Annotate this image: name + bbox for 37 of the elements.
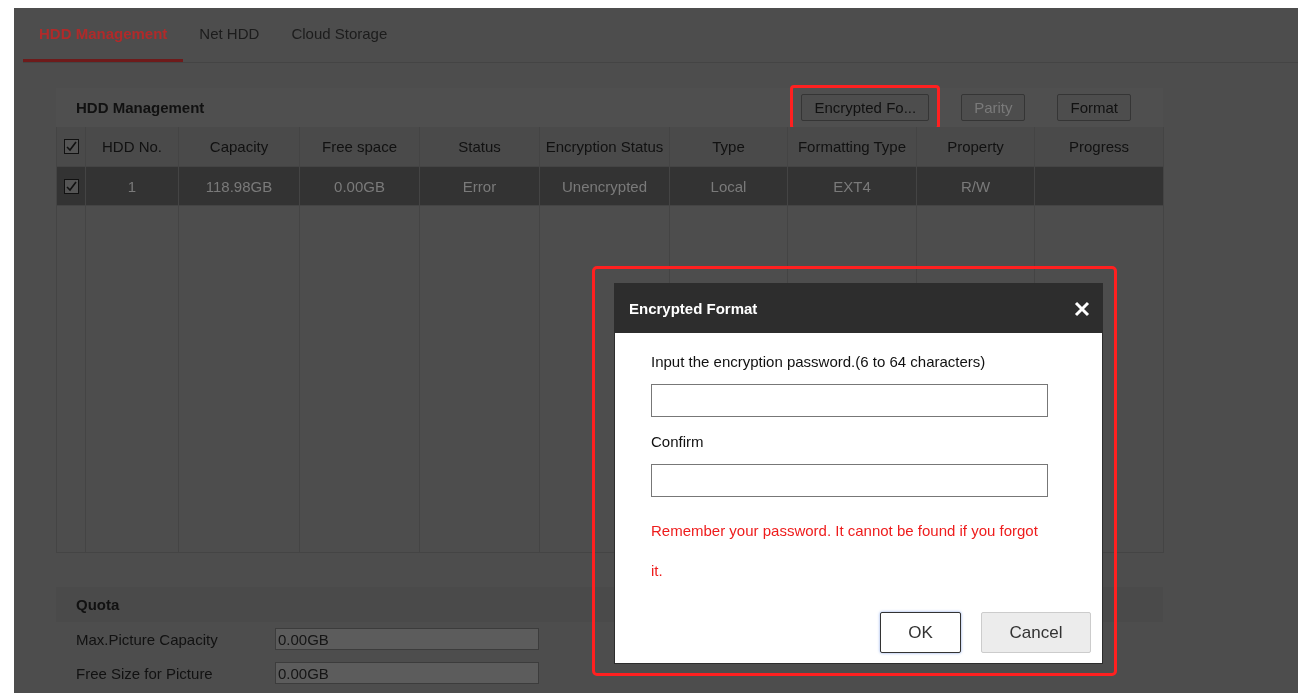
table-cell: 0.00GB	[300, 167, 420, 206]
dialog-title: Encrypted Format	[629, 300, 758, 317]
field-label: Free Size for Picture	[76, 664, 214, 682]
table-cell: Unencrypted	[540, 167, 670, 206]
input-field[interactable]: 0.00GB	[275, 662, 539, 684]
table-cell: 118.98GB	[179, 167, 300, 206]
input-field[interactable]	[651, 464, 1048, 497]
table-cell: EXT4	[788, 167, 917, 206]
column-header: Type	[670, 127, 788, 167]
column-header: Formatting Type	[788, 127, 917, 167]
input-field[interactable]: 0.00GB	[275, 628, 539, 650]
field-label: Input the encryption password.(6 to 64 characters)	[651, 353, 987, 370]
toolbar-button[interactable]: Format	[1057, 94, 1131, 121]
dialog-button[interactable]: Cancel	[981, 612, 1091, 653]
table-cell: Local	[670, 167, 788, 206]
checkbox[interactable]	[63, 178, 79, 194]
table-cell: Error	[420, 167, 540, 206]
section-title: HDD Management	[76, 99, 206, 116]
tab[interactable]: HDD Management	[23, 18, 184, 62]
column-header: Free space	[300, 127, 420, 167]
field-label: Max.Picture Capacity	[76, 630, 219, 648]
column-header: HDD No.	[86, 127, 179, 167]
field-label: Confirm	[651, 433, 705, 450]
table-cell: 1	[86, 167, 179, 206]
dialog-button[interactable]: OK	[880, 612, 961, 653]
table-row[interactable]: 1 118.98GB 0.00GB Error Unencrypted Local EXT4 R/W	[57, 167, 1164, 206]
warning-text: Remember your password. It cannot be found if you forgot it.	[651, 521, 1039, 581]
column-header: Progress	[1035, 127, 1164, 167]
table-cell: R/W	[917, 167, 1035, 206]
column-header: Status	[420, 127, 540, 167]
column-header: Capacity	[179, 127, 300, 167]
close-icon[interactable]	[1074, 300, 1090, 317]
checkbox[interactable]	[63, 139, 79, 154]
column-header: Property	[917, 127, 1035, 167]
toolbar-button[interactable]: Encrypted Fo...	[801, 94, 930, 121]
input-field[interactable]	[651, 384, 1048, 417]
column-header: Encryption Status	[540, 127, 670, 167]
